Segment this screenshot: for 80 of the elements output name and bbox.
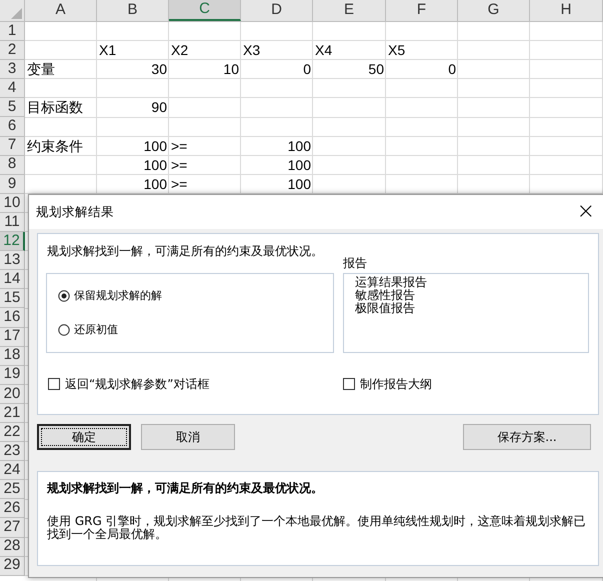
close-button[interactable]: ×: [576, 201, 595, 223]
column-header[interactable]: E: [313, 0, 386, 21]
list-item[interactable]: 极限值报告: [355, 302, 588, 315]
reports-label: 报告: [343, 256, 367, 270]
row-header[interactable]: 12: [0, 232, 25, 252]
info-text: 使用 GRG 引擎时，规划求解至少找到了一个本地最优解。使用单纯线性规划时，这意味着规划求解已找到一个全局最优解。: [47, 515, 587, 541]
row-header[interactable]: 6: [0, 117, 25, 137]
reports-listbox[interactable]: 运算结果报告 敏感性报告 极限值报告: [343, 273, 589, 353]
checkbox[interactable]: [48, 378, 60, 390]
column-header[interactable]: G: [458, 0, 530, 21]
row-header[interactable]: 10: [0, 194, 25, 213]
checkbox-option[interactable]: 返回“规划求解参数”对话框: [48, 375, 343, 393]
radio-button[interactable]: [58, 290, 70, 302]
row-header[interactable]: 24: [0, 461, 25, 480]
window-title: 规划求解结果: [36, 202, 114, 221]
row-header[interactable]: 13: [0, 251, 25, 270]
row-header[interactable]: 17: [0, 328, 25, 347]
table-cell-text: 目标函数: [26, 98, 84, 118]
dialog-button[interactable]: 保存方案...: [463, 424, 591, 450]
row-header[interactable]: 7: [0, 136, 25, 156]
row-header[interactable]: 18: [0, 346, 25, 366]
radio-option[interactable]: 保留规划求解的解: [58, 288, 333, 304]
table-cell-text: 30: [150, 60, 168, 80]
table-cell-text: 100: [286, 156, 312, 175]
table-cell-text: 90: [150, 98, 168, 118]
radio-button[interactable]: [58, 324, 70, 336]
table-cell-text: >=: [170, 136, 188, 156]
table-cell-text: 10: [222, 60, 240, 80]
table-cell-text: >=: [170, 156, 188, 175]
table-cell-text: 100: [286, 136, 312, 156]
table-cell-text: X3: [242, 41, 262, 60]
table-cell-text: X2: [170, 41, 190, 60]
row-header[interactable]: 9: [0, 174, 25, 194]
table-cell-text: X5: [387, 41, 406, 60]
table-cell-text: 0: [302, 60, 312, 80]
table-cell-text: 100: [142, 156, 168, 175]
row-header[interactable]: 26: [0, 499, 25, 518]
row-header[interactable]: 11: [0, 212, 25, 232]
table-cell-text: 100: [142, 174, 168, 194]
table-cell-text: 0: [447, 60, 457, 80]
row-header[interactable]: 25: [0, 480, 25, 500]
row-header[interactable]: 14: [0, 270, 25, 290]
dialog-button[interactable]: 确定: [37, 424, 131, 450]
radio-option[interactable]: 还原初值: [58, 322, 333, 338]
row-header[interactable]: 19: [0, 366, 25, 385]
table-cell-text: 100: [142, 136, 168, 156]
row-header[interactable]: 3: [0, 60, 25, 80]
row-header[interactable]: 4: [0, 79, 25, 98]
row-header[interactable]: 2: [0, 41, 25, 60]
list-item[interactable]: 运算结果报告: [355, 276, 588, 289]
row-header[interactable]: 23: [0, 442, 25, 462]
column-header[interactable]: A: [25, 0, 97, 21]
row-header[interactable]: 21: [0, 404, 25, 423]
column-header[interactable]: F: [386, 0, 458, 21]
row-header[interactable]: 20: [0, 384, 25, 404]
table-cell-text: >=: [170, 174, 188, 194]
row-header[interactable]: 8: [0, 156, 25, 175]
table-cell-text: 约束条件: [26, 136, 84, 156]
row-header[interactable]: 16: [0, 308, 25, 328]
table-cell-text: 50: [367, 60, 385, 80]
list-item[interactable]: 敏感性报告: [355, 289, 588, 302]
checkbox-option[interactable]: 制作报告大纲: [343, 375, 432, 393]
row-header[interactable]: 1: [0, 22, 25, 42]
dialog-button[interactable]: 取消: [141, 424, 235, 450]
checkbox[interactable]: [343, 378, 355, 390]
row-header[interactable]: 22: [0, 422, 25, 442]
table-cell-text: 变量: [26, 60, 56, 80]
row-header[interactable]: 27: [0, 518, 25, 538]
row-header[interactable]: 29: [0, 556, 25, 576]
result-message: 规划求解找到一解，可满足所有的约束及最优状况。: [47, 243, 323, 260]
info-heading: 规划求解找到一解，可满足所有的约束及最优状况。: [47, 480, 324, 497]
column-header[interactable]: H: [530, 0, 603, 21]
table-cell-text: X1: [98, 41, 118, 60]
column-header[interactable]: D: [241, 0, 313, 21]
row-header[interactable]: 28: [0, 538, 25, 557]
table-cell-text: X4: [314, 41, 334, 60]
row-header[interactable]: 15: [0, 289, 25, 308]
row-header[interactable]: 5: [0, 98, 25, 118]
column-header[interactable]: C: [169, 0, 241, 21]
table-cell-text: 100: [286, 174, 312, 194]
